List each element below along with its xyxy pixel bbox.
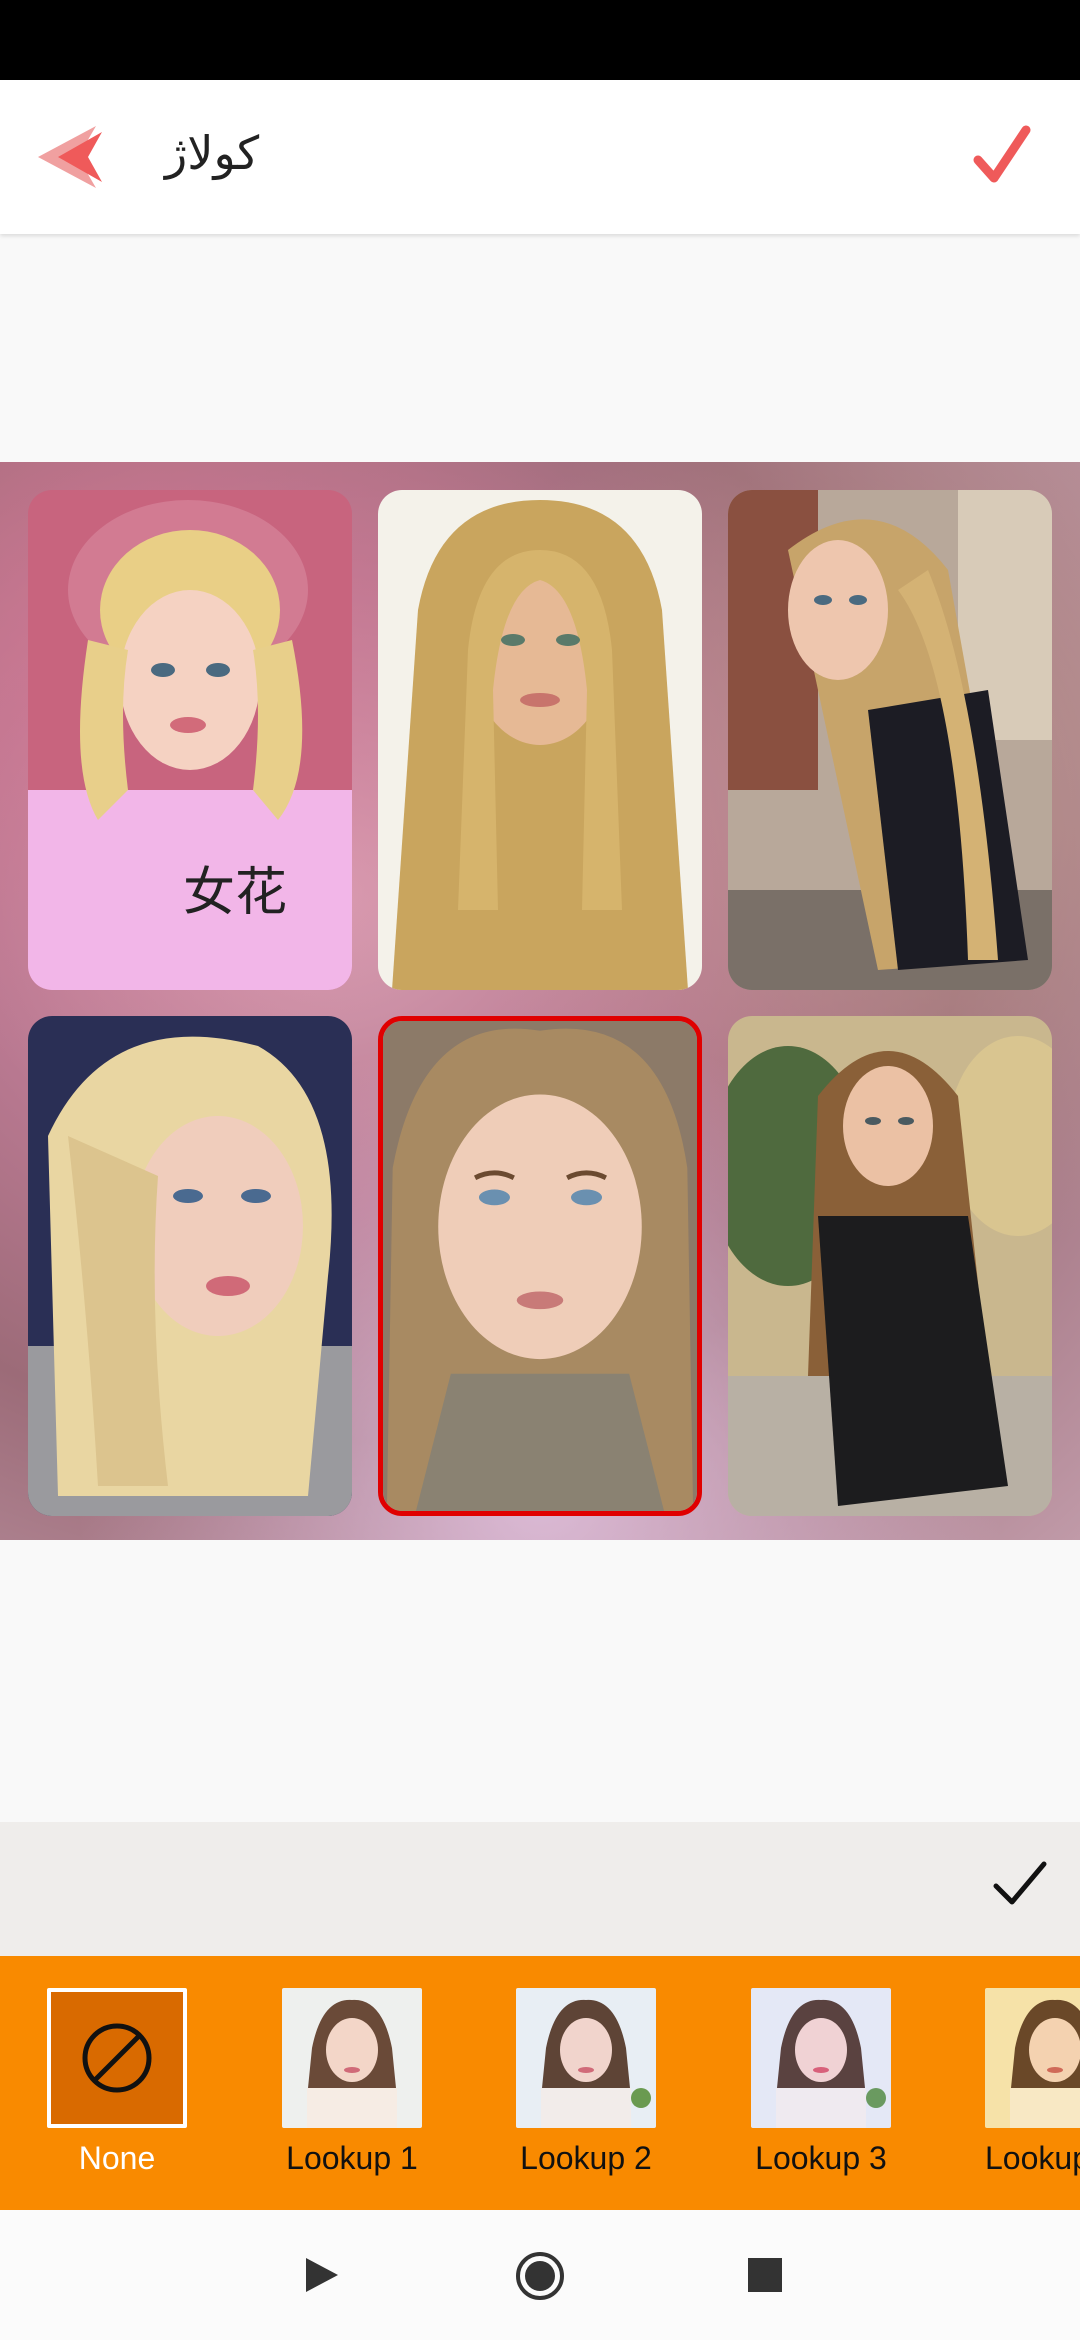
filter-thumb [985,1988,1080,2128]
done-button[interactable] [972,122,1032,192]
check-icon [993,1861,1047,1905]
filter-thumb-none [47,1988,187,2128]
collage-cell-2[interactable] [378,490,702,990]
filter-label: Lookup 4 [985,2140,1080,2176]
filter-label: Lookup 3 [755,2140,887,2176]
filter-lookup-3[interactable]: Lookup 3 [751,1988,891,2177]
filter-lookup-2[interactable]: Lookup 2 [516,1988,656,2177]
collage-cell-1[interactable]: 女花 [28,490,352,990]
status-bar [0,0,1080,80]
nav-home-button[interactable] [514,2250,564,2300]
filter-thumb [282,1988,422,2128]
collage-canvas: 女花 [0,462,1080,1540]
portrait-photo-2 [378,490,702,990]
filter-label: Lookup 1 [286,2140,418,2176]
play-triangle-icon [306,2258,338,2292]
portrait-photo-1: 女花 [28,490,352,990]
svg-text:女花: 女花 [183,863,287,923]
app-bar: کولاژ [0,80,1080,234]
filter-toolbar [0,1822,1080,1956]
circle-home-icon [516,2252,564,2300]
page-title: کولاژ [165,126,260,180]
no-filter-icon [82,2023,152,2093]
collage-cell-3[interactable] [728,490,1052,990]
nav-back-button[interactable] [296,2250,346,2300]
apply-filter-button[interactable] [990,1854,1050,1914]
check-icon [973,125,1031,183]
filter-strip: None Lookup 1 Lookup 2 Lookup 3 Lookup [0,1956,1080,2210]
filter-preview-image [516,1988,656,2128]
portrait-photo-6 [728,1016,1052,1516]
portrait-photo-5 [383,1021,697,1511]
filter-lookup-4[interactable]: Lookup 4 [985,1988,1080,2177]
back-button[interactable] [36,120,106,194]
filter-thumb [516,1988,656,2128]
portrait-photo-3 [728,490,1052,990]
collage-cell-4[interactable] [28,1016,352,1516]
filter-label: None [78,2140,156,2176]
system-nav-bar [0,2210,1080,2340]
filter-none[interactable]: None [47,1988,187,2177]
square-recents-icon [748,2258,782,2292]
collage-cell-5[interactable] [378,1016,702,1516]
portrait-photo-4 [28,1016,352,1516]
nav-recents-button[interactable] [740,2250,790,2300]
filter-preview-image [985,1988,1080,2128]
double-chevron-left-icon [38,126,102,188]
filter-preview-image [751,1988,891,2128]
filter-preview-image [282,1988,422,2128]
filter-label: Lookup 2 [520,2140,652,2176]
collage-cell-6[interactable] [728,1016,1052,1516]
filter-thumb [751,1988,891,2128]
filter-lookup-1[interactable]: Lookup 1 [282,1988,422,2177]
